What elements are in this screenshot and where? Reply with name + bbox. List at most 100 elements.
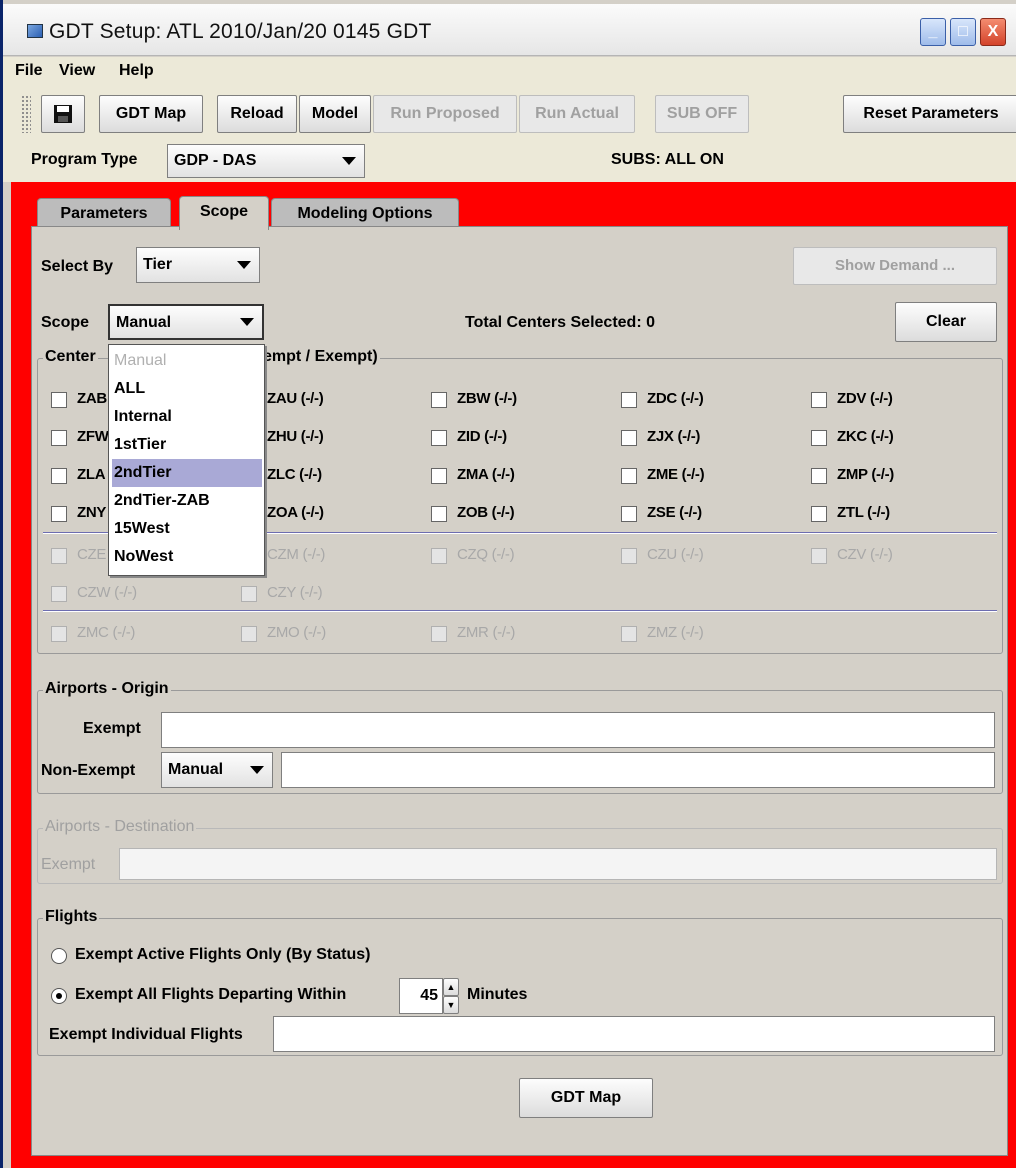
center-label: ZMR (-/-) (457, 624, 516, 641)
center-label: ZLC (-/-) (267, 466, 322, 483)
centers-legend-tail: empt / Exempt) (259, 348, 380, 366)
center-checkbox[interactable] (621, 626, 637, 642)
exempt-all-radio[interactable] (51, 988, 67, 1004)
center-checkbox[interactable] (811, 468, 827, 484)
center-checkbox[interactable] (431, 468, 447, 484)
center-label: ZAB (77, 390, 107, 407)
center-checkbox[interactable] (51, 506, 67, 522)
tab-parameters[interactable]: Parameters (37, 198, 171, 228)
center-label: ZOB (-/-) (457, 504, 515, 521)
run-actual-button[interactable]: Run Actual (519, 95, 635, 133)
center-checkbox[interactable] (811, 392, 827, 408)
minutes-increment-button[interactable]: ▲ (443, 978, 459, 996)
center-label: ZFW (77, 428, 109, 445)
run-proposed-button[interactable]: Run Proposed (373, 95, 517, 133)
exempt-active-label: Exempt Active Flights Only (By Status) (75, 946, 371, 963)
airports-origin-legend: Airports - Origin (43, 680, 171, 698)
model-button[interactable]: Model (299, 95, 371, 133)
clear-button[interactable]: Clear (895, 302, 997, 342)
center-checkbox[interactable] (621, 430, 637, 446)
radio-selected-dot (56, 993, 62, 999)
center-label: ZHU (-/-) (267, 428, 324, 445)
tab-modeling-options[interactable]: Modeling Options (271, 198, 459, 228)
origin-exempt-input[interactable] (161, 712, 995, 748)
scope-select[interactable]: Manual (108, 304, 264, 340)
app-icon (27, 24, 43, 38)
center-checkbox[interactable] (51, 548, 67, 564)
center-label: ZMA (-/-) (457, 466, 515, 483)
scope-option-1sttier[interactable]: 1stTier (112, 431, 262, 459)
minutes-decrement-button[interactable]: ▼ (443, 996, 459, 1014)
scope-option-2ndtier-zab[interactable]: 2ndTier-ZAB (112, 487, 262, 515)
select-by-select[interactable]: Tier (136, 247, 260, 283)
center-checkbox[interactable] (241, 626, 257, 642)
subs-status: SUBS: ALL ON (611, 151, 724, 168)
scope-dropdown-list: Manual ALL Internal 1stTier 2ndTier 2ndT… (108, 344, 265, 576)
destination-exempt-input[interactable] (119, 848, 997, 880)
center-checkbox[interactable] (51, 626, 67, 642)
scope-option-nowest[interactable]: NoWest (112, 543, 262, 571)
exempt-active-radio[interactable] (51, 948, 67, 964)
scope-option-manual[interactable]: Manual (112, 347, 262, 375)
select-by-label: Select By (41, 258, 114, 275)
minimize-button[interactable]: _ (920, 18, 946, 46)
scope-option-15west[interactable]: 15West (112, 515, 262, 543)
center-checkbox[interactable] (811, 548, 827, 564)
center-checkbox[interactable] (621, 506, 637, 522)
menu-bar: File View Help (3, 57, 1016, 89)
center-checkbox[interactable] (51, 430, 67, 446)
center-label: ZMC (-/-) (77, 624, 136, 641)
center-checkbox[interactable] (811, 430, 827, 446)
menu-file[interactable]: File (15, 62, 43, 80)
chevron-down-icon (250, 766, 264, 774)
scope-option-all[interactable]: ALL (112, 375, 262, 403)
exempt-individual-input[interactable] (273, 1016, 995, 1052)
center-checkbox[interactable] (51, 468, 67, 484)
origin-nonexempt-input[interactable] (281, 752, 995, 788)
center-checkbox[interactable] (431, 392, 447, 408)
center-checkbox[interactable] (621, 548, 637, 564)
save-button[interactable] (41, 95, 85, 133)
tab-scope[interactable]: Scope (179, 196, 269, 230)
center-checkbox[interactable] (431, 626, 447, 642)
center-label: CZU (-/-) (647, 546, 704, 563)
reset-parameters-button[interactable]: Reset Parameters (843, 95, 1016, 133)
center-checkbox[interactable] (431, 506, 447, 522)
minutes-input[interactable]: 45 (399, 978, 443, 1014)
reload-button[interactable]: Reload (217, 95, 297, 133)
center-checkbox[interactable] (811, 506, 827, 522)
menu-view[interactable]: View (59, 62, 95, 80)
gdt-setup-window: GDT Setup: ATL 2010/Jan/20 0145 GDT _ □ … (0, 0, 1016, 1168)
center-checkbox[interactable] (51, 586, 67, 602)
center-label: CZQ (-/-) (457, 546, 515, 563)
bottom-gdt-map-button[interactable]: GDT Map (519, 1078, 653, 1118)
center-label: CZV (-/-) (837, 546, 893, 563)
center-label: CZM (-/-) (267, 546, 326, 563)
menu-help[interactable]: Help (119, 62, 154, 80)
program-type-row: Program Type GDP - DAS SUBS: ALL ON (3, 140, 1016, 182)
show-demand-button[interactable]: Show Demand ... (793, 247, 997, 285)
program-type-select[interactable]: GDP - DAS (167, 144, 365, 178)
center-checkbox[interactable] (621, 392, 637, 408)
origin-nonexempt-mode: Manual (168, 761, 224, 778)
center-checkbox[interactable] (241, 586, 257, 602)
minutes-label: Minutes (467, 986, 528, 1003)
center-label: ZMZ (-/-) (647, 624, 704, 641)
sub-off-button[interactable]: SUB OFF (655, 95, 749, 133)
center-checkbox[interactable] (51, 392, 67, 408)
scope-option-internal[interactable]: Internal (112, 403, 262, 431)
center-checkbox[interactable] (431, 430, 447, 446)
center-label: CZY (-/-) (267, 584, 323, 601)
center-label: ZOA (-/-) (267, 504, 324, 521)
destination-exempt-label: Exempt (41, 856, 96, 873)
center-checkbox[interactable] (431, 548, 447, 564)
close-button[interactable]: X (980, 18, 1006, 46)
gdt-map-button[interactable]: GDT Map (99, 95, 203, 133)
scope-option-2ndtier[interactable]: 2ndTier (112, 459, 262, 487)
center-label: CZW (-/-) (77, 584, 137, 601)
center-checkbox[interactable] (621, 468, 637, 484)
origin-nonexempt-select[interactable]: Manual (161, 752, 273, 788)
center-label: ZMO (-/-) (267, 624, 326, 641)
toolbar-grip[interactable] (21, 95, 31, 133)
maximize-button[interactable]: □ (950, 18, 976, 46)
